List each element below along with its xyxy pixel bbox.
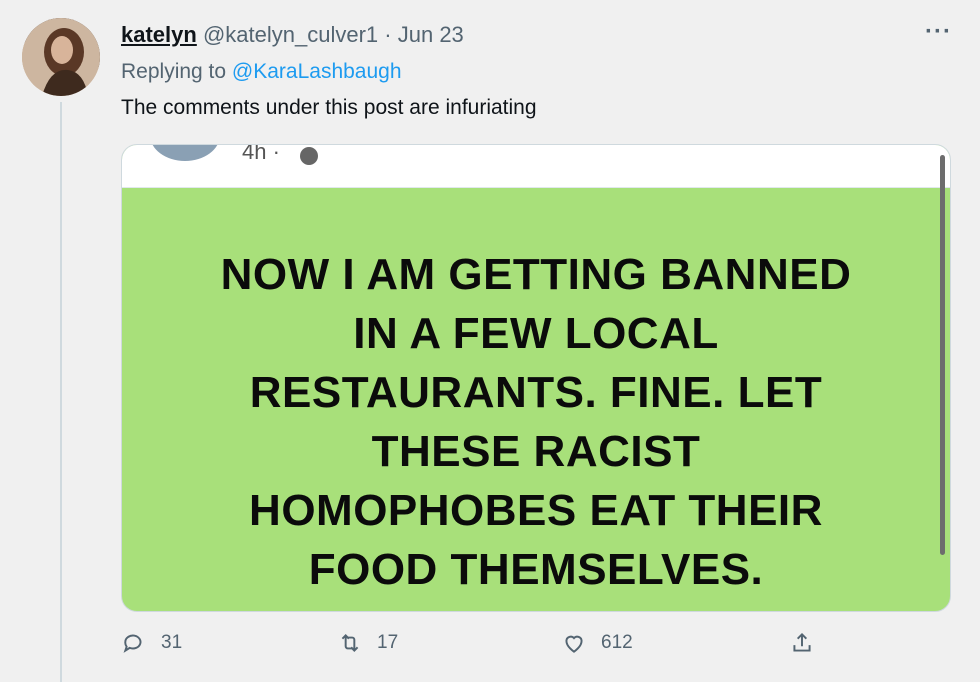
share-icon xyxy=(793,632,811,652)
avatar-image xyxy=(22,18,100,96)
display-name[interactable]: katelyn xyxy=(121,22,197,47)
retweet-icon xyxy=(341,634,359,652)
media-banner-text: NOW I AM GETTING BANNED IN A FEW LOCAL R… xyxy=(220,250,852,594)
reply-icon xyxy=(123,634,142,653)
globe-icon xyxy=(300,147,318,165)
embedded-avatar xyxy=(150,145,220,161)
media-scrollbar[interactable] xyxy=(940,155,945,555)
reply-button[interactable]: 31 xyxy=(121,630,182,656)
share-button[interactable] xyxy=(789,630,815,656)
retweet-count: 17 xyxy=(377,632,399,653)
like-button[interactable]: 612 xyxy=(561,630,633,656)
thread-line xyxy=(60,102,62,682)
heart-icon xyxy=(565,635,583,653)
media-header: 4h · xyxy=(122,145,950,188)
more-icon[interactable]: ··· xyxy=(925,18,952,46)
replying-to-label: Replying to xyxy=(121,60,227,83)
handle[interactable]: @katelyn_culver1 xyxy=(203,22,378,47)
tweet-media[interactable]: 4h · NOW I AM GETTING BANNED IN A FEW LO… xyxy=(121,144,951,612)
avatar[interactable] xyxy=(22,18,100,96)
separator: · xyxy=(384,22,392,47)
tweet-actions: 31 17 612 xyxy=(121,630,821,670)
tweet-date[interactable]: Jun 23 xyxy=(398,22,464,47)
tweet-text: The comments under this post are infuria… xyxy=(121,96,537,119)
embedded-time: 4h · xyxy=(242,144,280,164)
mention-link[interactable]: @KaraLashbaugh xyxy=(232,60,402,83)
tweet-header: katelyn @katelyn_culver1 · Jun 23 xyxy=(121,22,464,48)
retweet-button[interactable]: 17 xyxy=(337,630,398,656)
replying-to: Replying to @KaraLashbaugh xyxy=(121,60,402,84)
reply-count: 31 xyxy=(161,632,183,653)
like-count: 612 xyxy=(601,632,633,653)
